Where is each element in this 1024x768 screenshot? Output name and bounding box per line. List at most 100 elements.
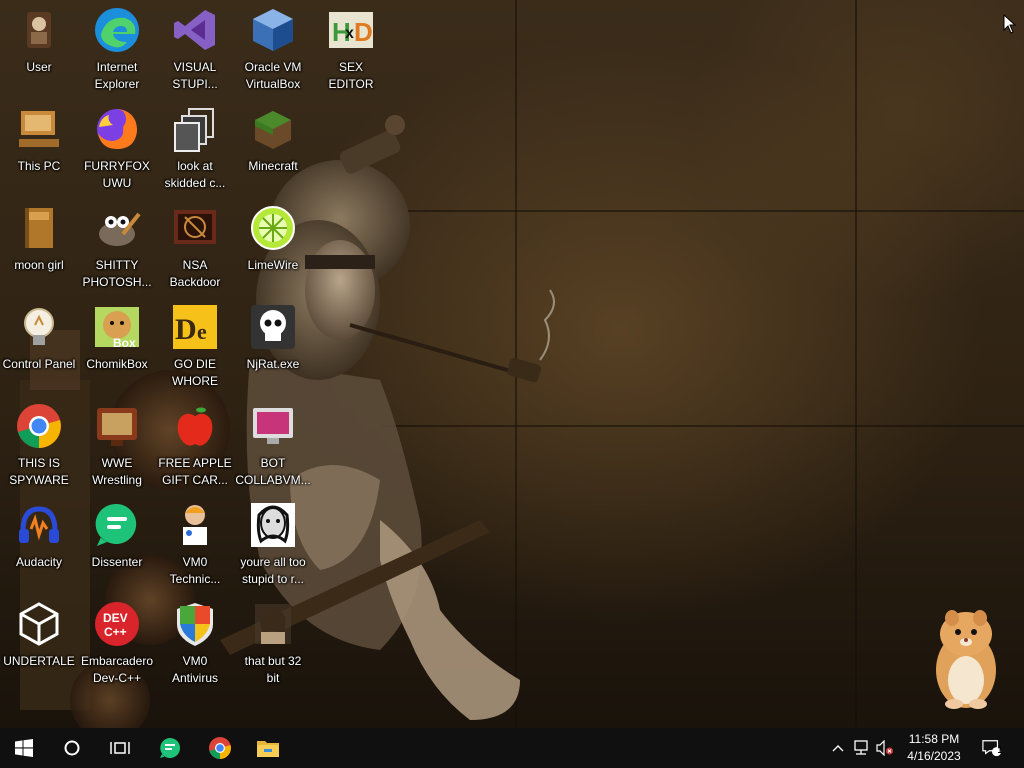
desktop-icon-label: LimeWire: [247, 258, 299, 272]
desktop-icon-chomikbox[interactable]: Box ChomikBox: [78, 297, 156, 395]
mouse-cursor-icon: [1003, 14, 1017, 34]
task-view-icon: [110, 742, 130, 754]
terminal-icon: [174, 210, 216, 244]
hamster-desktop-pet[interactable]: [920, 600, 1012, 712]
desktop-icon-apple[interactable]: FREE APPLE GIFT CAR...: [156, 396, 234, 494]
desktop-icon-label: Oracle VM VirtualBox: [244, 60, 302, 91]
desktop-icon-label: that but 32 bit: [244, 654, 302, 685]
desktop-icon-dissenter[interactable]: Dissenter: [78, 495, 156, 593]
desktop-icon-sex-editor[interactable]: Hx D SEX EDITOR: [312, 0, 390, 98]
desktop-icon-label: moon girl: [14, 258, 64, 272]
desktop-icon-visual-studio[interactable]: VISUAL STUPI...: [156, 0, 234, 98]
desktop-icon-label: User: [26, 60, 52, 74]
taskbar-pinned-chrome[interactable]: [196, 728, 244, 768]
task-view-button[interactable]: [96, 728, 144, 768]
clock-date: 4/16/2023: [907, 749, 961, 763]
windows-logo-icon: [15, 739, 33, 757]
tray-overflow-button[interactable]: [828, 738, 848, 758]
cortana-circle-icon: [64, 740, 80, 756]
desktop-icon-furryfox[interactable]: FURRYFOX UWU: [78, 99, 156, 197]
desktop-icon-32bit[interactable]: that but 32 bit: [234, 594, 312, 692]
desktop-icon-minecraft[interactable]: Minecraft: [234, 99, 312, 197]
taskbar: 11:58 PM 4/16/2023 1: [0, 728, 1024, 768]
desktop-icon-user[interactable]: User: [0, 0, 78, 98]
desktop-icon-label: Dissenter: [91, 555, 143, 569]
face-portrait-icon: [251, 503, 295, 547]
desktop-icon-spyware[interactable]: THIS IS SPYWARE: [0, 396, 78, 494]
chrome-icon: [209, 737, 231, 759]
chevron-up-icon: [832, 745, 844, 752]
desktop-icon-label: UNDERTALE: [3, 654, 75, 668]
desktop-icon-gimp[interactable]: SHITTY PHOTOSH...: [78, 198, 156, 296]
shield-icon: [177, 603, 213, 646]
desktop-icon-vm0-antivirus[interactable]: VM0 Antivirus: [156, 594, 234, 692]
desktop-icon-devcpp[interactable]: DEV C++ Embarcadero Dev-C++: [78, 594, 156, 692]
tray-clock[interactable]: 11:58 PM 4/16/2023: [898, 731, 970, 765]
search-button[interactable]: [48, 728, 96, 768]
desktop-icon-internet-explorer[interactable]: Internet Explorer: [78, 0, 156, 98]
desktop-icon-label: Minecraft: [248, 159, 298, 173]
edge-browser-icon: [95, 8, 139, 52]
grass-block-icon: [255, 111, 291, 149]
dev-editor-icon: De: [173, 305, 217, 349]
tray-network-button[interactable]: [851, 738, 871, 758]
desktop-icon-audacity[interactable]: Audacity: [0, 495, 78, 593]
svg-text:x: x: [345, 25, 354, 42]
tv-icon: [97, 408, 137, 446]
gimp-icon: [99, 212, 141, 246]
desktop-icon-limewire[interactable]: LimeWire: [234, 198, 312, 296]
action-center-button[interactable]: 1: [982, 738, 1003, 758]
computer-icon: [19, 111, 59, 147]
desktop-icon-undertale[interactable]: UNDERTALE: [0, 594, 78, 692]
desktop-icon-label: Control Panel: [2, 357, 76, 371]
lightbulb-icon: [24, 308, 54, 345]
desktop-icon-label: BOT COLLABVM...: [235, 456, 311, 487]
desktop-icon-moon-girl[interactable]: moon girl: [0, 198, 78, 296]
folder-icon: [257, 741, 279, 757]
taskbar-pinned-dissenter[interactable]: [146, 728, 194, 768]
speech-bubble-icon: [95, 503, 137, 546]
speech-bubble-icon: [160, 738, 180, 758]
svg-text:e: e: [197, 319, 207, 344]
desktop-icon-label: Audacity: [15, 555, 63, 569]
desktop-icon-virtualbox[interactable]: Oracle VM VirtualBox: [234, 0, 312, 98]
monitor-icon: [253, 408, 293, 444]
svg-text:D: D: [354, 17, 373, 47]
desktop-icon-skidded[interactable]: look at skidded c...: [156, 99, 234, 197]
desktop-icon-stupid[interactable]: youre all too stupid to r...: [234, 495, 312, 593]
svg-text:C++: C++: [104, 625, 127, 639]
desktop-icon-njrat[interactable]: NjRat.exe: [234, 297, 312, 395]
network-icon: [854, 740, 868, 755]
desktop-icon-vm0-tech[interactable]: VM0 Technic...: [156, 495, 234, 593]
desktop-icon-label: VISUAL STUPI...: [172, 60, 218, 91]
desktop-icon-go-die[interactable]: De GO DIE WHORE: [156, 297, 234, 395]
start-button[interactable]: [0, 728, 48, 768]
chrome-icon: [17, 404, 61, 448]
technician-icon: [183, 505, 207, 545]
apple-icon: [177, 405, 213, 446]
tray-volume-button[interactable]: [875, 738, 895, 758]
desktop-icon-label: Internet Explorer: [94, 60, 140, 91]
desktop-icon-label: look at skidded c...: [164, 159, 226, 190]
desktop-icon-label: NjRat.exe: [246, 357, 300, 371]
desktop-icon-label: NSA Backdoor: [169, 258, 221, 289]
volume-muted-icon: [876, 740, 893, 756]
desktop-icon-label: VM0 Antivirus: [171, 654, 218, 685]
desktop-icon-wwe[interactable]: WWE Wrestling: [78, 396, 156, 494]
svg-text:DEV: DEV: [103, 611, 128, 625]
skull-icon: [251, 305, 295, 349]
desktop-icon-label: WWE Wrestling: [92, 456, 142, 487]
desktop-icon-label: FURRYFOX UWU: [84, 159, 150, 190]
desktop-icon-nsa-backdoor[interactable]: NSA Backdoor: [156, 198, 234, 296]
book-icon: [25, 208, 53, 248]
desktop-icon-label: FREE APPLE GIFT CAR...: [158, 456, 232, 487]
desktop-icon-this-pc[interactable]: This PC: [0, 99, 78, 197]
svg-text:D: D: [175, 313, 197, 346]
desktop-icon-bot[interactable]: BOT COLLABVM...: [234, 396, 312, 494]
desktop-icon-control-panel[interactable]: Control Panel: [0, 297, 78, 395]
notification-count-badge: 1: [997, 745, 1003, 755]
taskbar-pinned-file-explorer[interactable]: [244, 728, 292, 768]
portrait-icon: [255, 604, 291, 644]
hxd-hex-editor-icon: Hx D: [329, 12, 373, 48]
desktop-icon-label: GO DIE WHORE: [172, 357, 218, 388]
